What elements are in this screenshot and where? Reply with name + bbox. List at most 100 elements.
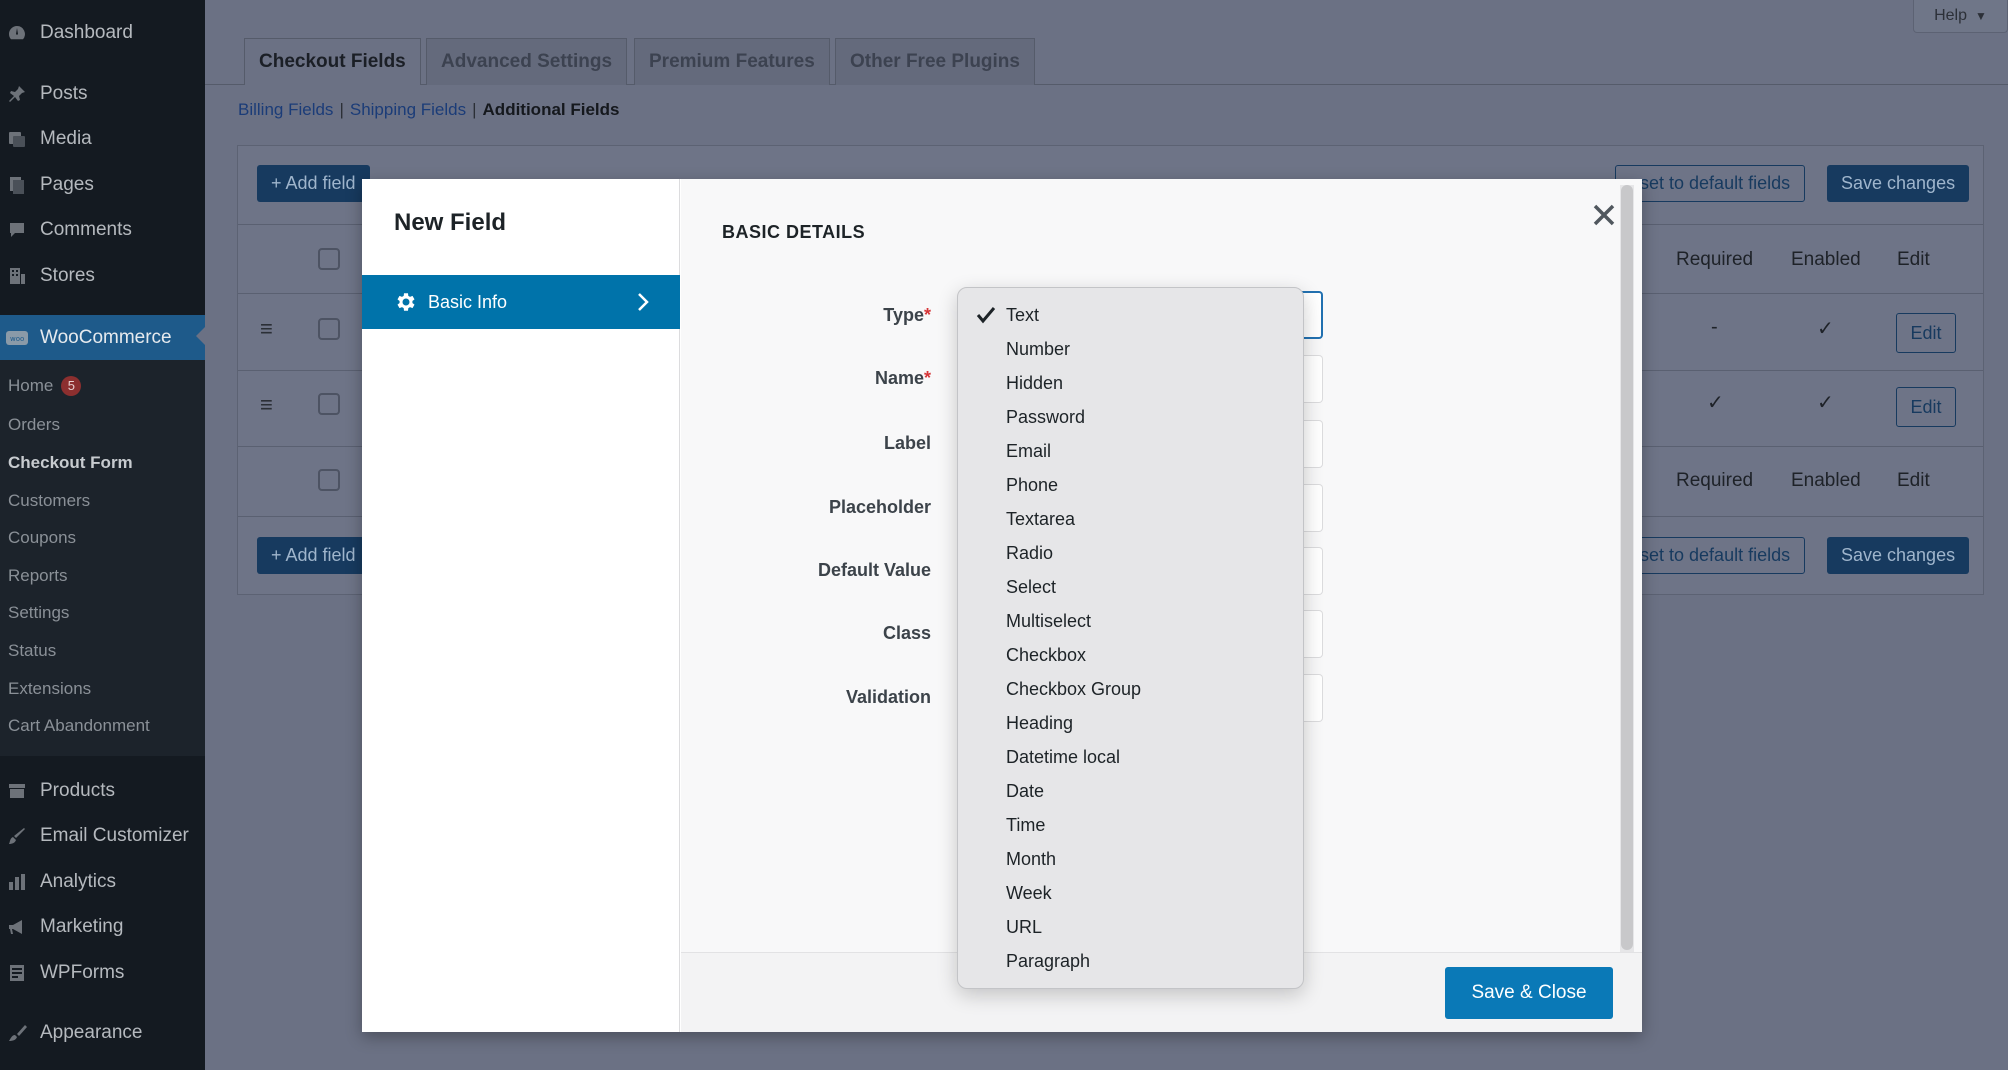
sidebar-item-marketing[interactable]: Marketing [0, 907, 205, 947]
sidebar-item-woocommerce[interactable]: woo WooCommerce [0, 315, 205, 360]
row-enabled-value: ✓ [1817, 318, 1834, 340]
option-month[interactable]: Month [1006, 849, 1056, 870]
submenu-orders[interactable]: Orders [8, 415, 60, 435]
woo-icon: woo [6, 328, 28, 348]
brush-icon [6, 826, 28, 846]
save-close-button[interactable]: Save & Close [1445, 967, 1613, 1019]
paintbrush-icon [6, 1023, 28, 1043]
sidebar-item-stores[interactable]: Stores [0, 256, 205, 296]
link-billing-fields[interactable]: Billing Fields [238, 100, 333, 120]
column-required: Required [1676, 249, 1754, 270]
option-radio[interactable]: Radio [1006, 543, 1053, 564]
link-shipping-fields[interactable]: Shipping Fields [350, 100, 466, 120]
select-all-checkbox[interactable] [318, 248, 340, 270]
sidebar-item-media[interactable]: Media [0, 119, 205, 159]
forms-icon [6, 963, 28, 983]
option-text[interactable]: Text [1006, 305, 1039, 326]
menu-item-basic-info[interactable]: Basic Info [362, 275, 680, 329]
add-field-button-top[interactable]: + Add field [257, 165, 370, 202]
comment-icon [6, 220, 28, 240]
option-checkbox-group[interactable]: Checkbox Group [1006, 679, 1141, 700]
sidebar-item-posts[interactable]: Posts [0, 74, 205, 114]
sidebar-item-analytics[interactable]: Analytics [0, 862, 205, 902]
sidebar-item-wpforms[interactable]: WPForms [0, 953, 205, 993]
select-all-checkbox-bottom[interactable] [318, 469, 340, 491]
close-icon[interactable] [1590, 201, 1618, 229]
option-datetime-local[interactable]: Datetime local [1006, 747, 1120, 768]
megaphone-icon [6, 917, 28, 937]
tab-premium-features[interactable]: Premium Features [634, 38, 830, 85]
drag-handle-icon[interactable]: ≡ [260, 392, 273, 418]
column-enabled: Enabled [1791, 249, 1861, 270]
field-section-nav: Billing Fields | Shipping Fields | Addit… [238, 100, 620, 120]
submenu-extensions[interactable]: Extensions [8, 679, 91, 699]
pin-icon [6, 84, 28, 104]
sidebar-item-products[interactable]: Products [0, 771, 205, 811]
svg-text:woo: woo [10, 335, 24, 343]
gear-icon [397, 293, 415, 311]
option-paragraph[interactable]: Paragraph [1006, 951, 1090, 972]
reset-default-button-top[interactable]: eset to default fields [1615, 165, 1806, 202]
submenu-coupons[interactable]: Coupons [8, 528, 76, 548]
option-checkbox[interactable]: Checkbox [1006, 645, 1086, 666]
type-dropdown-list: Text Number Hidden Password Email Phone … [957, 287, 1304, 989]
required-marker: * [923, 368, 931, 388]
option-number[interactable]: Number [1006, 339, 1070, 360]
option-date[interactable]: Date [1006, 781, 1044, 802]
column-enabled: Enabled [1791, 470, 1861, 491]
scrollbar-thumb[interactable] [1621, 185, 1633, 950]
field-label-name: Name* [874, 368, 931, 388]
update-count-badge: 5 [61, 376, 82, 396]
column-required: Required [1676, 470, 1754, 491]
pages-icon [6, 175, 28, 195]
save-changes-button-bottom[interactable]: Save changes [1827, 537, 1970, 574]
option-email[interactable]: Email [1006, 441, 1051, 462]
checkmark-icon [976, 307, 996, 324]
reset-default-button-bottom[interactable]: eset to default fields [1615, 537, 1806, 574]
option-week[interactable]: Week [1006, 883, 1052, 904]
edit-button[interactable]: Edit [1896, 313, 1956, 353]
option-multiselect[interactable]: Multiselect [1006, 611, 1091, 632]
chart-icon [6, 872, 28, 892]
sidebar-item-dashboard[interactable]: Dashboard [0, 13, 205, 53]
current-indicator [196, 327, 205, 345]
row-checkbox[interactable] [318, 393, 340, 415]
tab-advanced-settings[interactable]: Advanced Settings [426, 38, 628, 85]
option-heading[interactable]: Heading [1006, 713, 1073, 734]
option-hidden[interactable]: Hidden [1006, 373, 1063, 394]
option-time[interactable]: Time [1006, 815, 1045, 836]
option-phone[interactable]: Phone [1006, 475, 1058, 496]
submenu-cart-abandonment[interactable]: Cart Abandonment [8, 716, 150, 736]
edit-button[interactable]: Edit [1896, 387, 1956, 427]
sidebar-item-pages[interactable]: Pages [0, 165, 205, 205]
sidebar-item-appearance[interactable]: Appearance [0, 1013, 205, 1053]
tab-other-free-plugins[interactable]: Other Free Plugins [835, 38, 1035, 85]
link-additional-fields[interactable]: Additional Fields [483, 100, 620, 120]
tab-checkout-fields[interactable]: Checkout Fields [244, 38, 421, 85]
sidebar-item-comments[interactable]: Comments [0, 210, 205, 250]
modal-sidebar: New Field Basic Info [362, 179, 680, 1032]
add-field-button-bottom[interactable]: + Add field [257, 537, 370, 574]
drag-handle-icon[interactable]: ≡ [260, 316, 273, 342]
caret-down-icon: ▼ [1975, 9, 1987, 23]
media-icon [6, 129, 28, 149]
submenu-reports[interactable]: Reports [8, 566, 68, 586]
field-label-placeholder: Placeholder [828, 497, 931, 517]
submenu-status[interactable]: Status [8, 641, 56, 661]
required-marker: * [923, 305, 931, 325]
option-textarea[interactable]: Textarea [1006, 509, 1075, 530]
modal-scrollbar[interactable] [1620, 185, 1634, 952]
save-changes-button-top[interactable]: Save changes [1827, 165, 1970, 202]
submenu-settings[interactable]: Settings [8, 603, 69, 623]
submenu-home[interactable]: Home 5 [8, 376, 82, 396]
row-checkbox[interactable] [318, 318, 340, 340]
option-url[interactable]: URL [1006, 917, 1042, 938]
submenu-checkout-form[interactable]: Checkout Form [8, 453, 133, 473]
help-tab[interactable]: Help ▼ [1913, 0, 2008, 33]
option-select[interactable]: Select [1006, 577, 1056, 598]
submenu-customers[interactable]: Customers [8, 491, 90, 511]
admin-sidebar: Dashboard Posts Media Pages Comments Sto… [0, 0, 205, 1070]
field-label-validation: Validation [845, 687, 931, 707]
option-password[interactable]: Password [1006, 407, 1085, 428]
sidebar-item-email-customizer[interactable]: Email Customizer [0, 816, 205, 856]
